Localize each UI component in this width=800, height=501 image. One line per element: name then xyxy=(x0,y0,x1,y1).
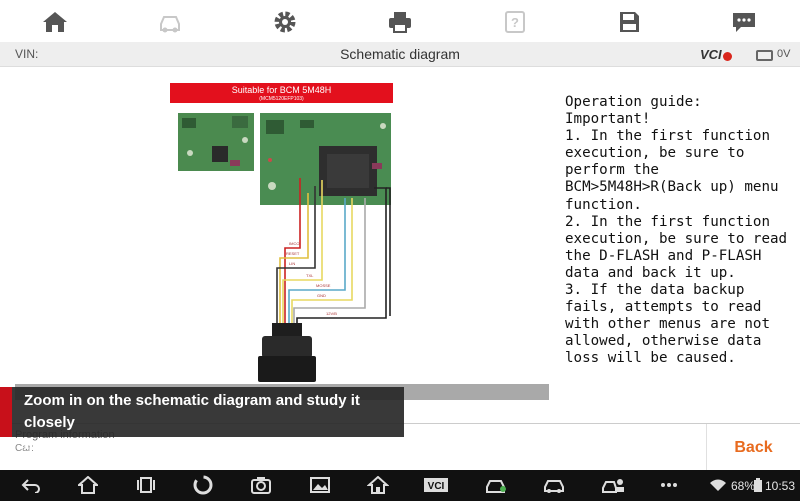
app-root: ? VIN: Schematic diagram VCI 0V Suitable… xyxy=(0,0,800,501)
android-nav-bar: VCI 68% 10:53 xyxy=(0,470,800,501)
wifi-icon xyxy=(707,475,729,495)
vci-status-icon xyxy=(723,52,732,61)
caption-accent-bar xyxy=(0,387,12,437)
battery-status-icon xyxy=(752,475,764,495)
wire-label: 12V/B xyxy=(326,311,337,316)
svg-text:VCI: VCI xyxy=(428,481,445,492)
video-caption: Zoom in on the schematic diagram and stu… xyxy=(0,387,404,453)
schematic-diagram[interactable]: Suitable for BCM 5M48H (MCM5120EFP103) I… xyxy=(0,68,550,400)
help-icon[interactable]: ? xyxy=(500,8,530,36)
header-bar: VIN: Schematic diagram VCI 0V xyxy=(0,42,800,67)
nav-recent-apps-icon[interactable] xyxy=(133,475,159,495)
print-icon[interactable] xyxy=(385,8,415,36)
diag-home-icon[interactable] xyxy=(365,475,391,495)
car-diag-icon[interactable] xyxy=(483,475,509,495)
caption-text: Zoom in on the schematic diagram and stu… xyxy=(24,390,400,456)
svg-text:?: ? xyxy=(511,15,519,30)
nav-back-icon[interactable] xyxy=(18,475,44,495)
wire-label: TXL xyxy=(306,273,314,278)
home-icon[interactable] xyxy=(40,8,70,36)
wire-label: LIN xyxy=(289,261,295,266)
top-toolbar: ? xyxy=(0,0,800,42)
vci-label: VCI xyxy=(700,47,722,62)
wire-label: GND xyxy=(317,293,326,298)
message-icon[interactable] xyxy=(729,8,759,36)
page-title: Schematic diagram xyxy=(340,46,460,62)
battery-icon xyxy=(756,50,773,61)
operation-guide-text: Operation guide: Important! 1. In the fi… xyxy=(565,94,788,367)
wire-labels: IMCO RESET LIN TXL MOSSE GND 12V/B xyxy=(286,241,337,316)
obd-connector xyxy=(258,323,316,382)
pcb-board-left xyxy=(178,113,254,171)
dots-icon xyxy=(656,475,682,495)
wire-label: RESET xyxy=(286,251,300,256)
remote-assist-icon[interactable] xyxy=(600,475,626,495)
car-icon[interactable] xyxy=(155,8,185,36)
voltage-readout: 0V xyxy=(777,48,791,60)
save-icon[interactable] xyxy=(614,8,644,36)
gear-icon[interactable] xyxy=(270,8,300,36)
caption-line-2: to find the correct places to connect th… xyxy=(24,436,356,453)
main-content: Suitable for BCM 5M48H (MCM5120EFP103) I… xyxy=(0,68,800,423)
caption-line-1: Zoom in on the schematic diagram and stu… xyxy=(24,392,360,431)
diagram-drawing: IMCO RESET LIN TXL MOSSE GND 12V/B xyxy=(178,113,391,382)
nav-home-icon[interactable] xyxy=(75,475,101,495)
clock: 10:53 xyxy=(765,479,796,493)
back-button[interactable]: Back xyxy=(706,424,800,471)
car-service-icon[interactable] xyxy=(541,475,567,495)
camera-icon[interactable] xyxy=(248,475,274,495)
browser-icon[interactable] xyxy=(190,475,216,495)
wire-label: MOSSE xyxy=(316,283,331,288)
gallery-icon[interactable] xyxy=(307,475,333,495)
wire-label: IMCO xyxy=(289,241,299,246)
vci-app-icon[interactable]: VCI xyxy=(423,475,449,495)
pcb-board-right xyxy=(260,113,391,205)
